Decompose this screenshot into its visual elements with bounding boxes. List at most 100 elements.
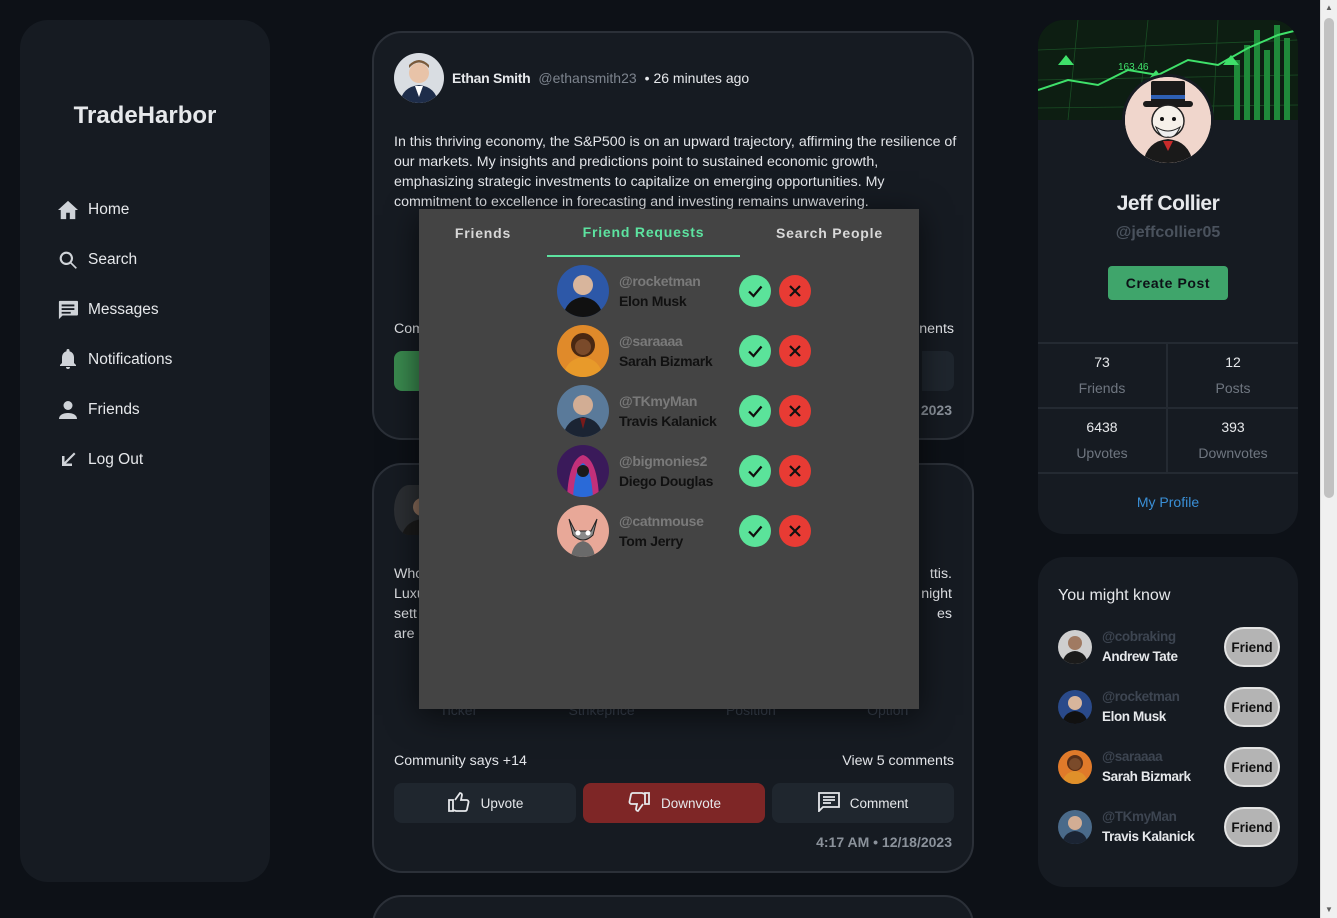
post-meta-row: Community says +14 View 5 comments (394, 753, 954, 769)
tab-friend-requests[interactable]: Friend Requests (547, 209, 740, 257)
nav-menu: Home Search Messages Notifications Frien… (56, 185, 172, 485)
suggestion-name: Sarah Bizmark (1102, 769, 1191, 784)
accept-request-button[interactable] (739, 335, 771, 367)
request-handle: @saraaaa (619, 333, 683, 349)
suggestion-row: @rocketman Elon Musk Friend (1058, 685, 1280, 729)
brand-logo[interactable]: TradeHarbor (20, 102, 270, 130)
bell-icon (56, 348, 80, 372)
reject-request-button[interactable] (779, 395, 811, 427)
create-post-button[interactable]: Create Post (1108, 266, 1228, 300)
stat-posts[interactable]: 12 Posts (1168, 344, 1298, 409)
avatar[interactable] (557, 505, 609, 557)
reject-request-button[interactable] (779, 335, 811, 367)
reject-request-button[interactable] (779, 515, 811, 547)
request-handle: @catnmouse (619, 513, 704, 529)
nav-label: Home (88, 201, 130, 218)
nav-label: Search (88, 251, 138, 268)
search-icon (56, 248, 80, 272)
suggestion-handle: @rocketman (1102, 689, 1180, 704)
nav-item-messages[interactable]: Messages (56, 285, 172, 335)
nav-label: Friends (88, 401, 140, 418)
friend-request-row: @TKmyMan Travis Kalanick (557, 385, 817, 437)
friend-request-row: @catnmouse Tom Jerry (557, 505, 817, 557)
request-handle: @TKmyMan (619, 393, 698, 409)
scroll-up-arrow-icon[interactable]: ▲ (1321, 0, 1337, 16)
add-friend-button[interactable]: Friend (1224, 747, 1280, 787)
avatar[interactable] (557, 325, 609, 377)
nav-item-logout[interactable]: Log Out (56, 435, 172, 485)
close-icon (789, 345, 801, 357)
close-icon (789, 465, 801, 477)
avatar[interactable] (557, 385, 609, 437)
post-card (372, 895, 974, 918)
nav-label: Notifications (88, 351, 173, 368)
accept-request-button[interactable] (739, 515, 771, 547)
comment-button[interactable] (922, 351, 954, 391)
community-score: Community says +14 (394, 753, 527, 769)
close-icon (789, 525, 801, 537)
suggestion-row: @cobraking Andrew Tate Friend (1058, 625, 1280, 669)
nav-item-notifications[interactable]: Notifications (56, 335, 172, 385)
reject-request-button[interactable] (779, 275, 811, 307)
suggestion-handle: @TKmyMan (1102, 809, 1177, 824)
page-scrollbar[interactable]: ▲ ▼ (1320, 0, 1337, 918)
post-time: • 26 minutes ago (644, 70, 750, 86)
request-name: Elon Musk (619, 293, 687, 309)
avatar[interactable] (1058, 810, 1092, 844)
scrollbar-thumb[interactable] (1324, 18, 1334, 498)
add-friend-button[interactable]: Friend (1224, 807, 1280, 847)
profile-handle: @jeffcollier05 (1115, 224, 1221, 241)
suggestion-row: @TKmyMan Travis Kalanick Friend (1058, 805, 1280, 849)
nav-label: Messages (88, 301, 159, 318)
my-profile-link[interactable]: My Profile (1038, 494, 1298, 510)
accept-request-button[interactable] (739, 275, 771, 307)
nav-label: Log Out (88, 451, 144, 468)
avatar[interactable] (1058, 690, 1092, 724)
avatar[interactable] (394, 53, 444, 103)
avatar[interactable] (1058, 750, 1092, 784)
stat-friends[interactable]: 73 Friends (1038, 344, 1168, 409)
post-author[interactable]: Ethan Smith (452, 70, 531, 86)
person-icon (56, 398, 80, 422)
you-might-know-card: You might know @cobraking Andrew Tate Fri… (1038, 557, 1298, 887)
you-might-know-title: You might know (1058, 587, 1171, 604)
stat-downvotes: 393 Downvotes (1168, 409, 1298, 474)
avatar[interactable] (1058, 630, 1092, 664)
reject-request-button[interactable] (779, 455, 811, 487)
post-body-right: ttis. night es (921, 566, 952, 622)
logout-arrow-icon (56, 448, 80, 472)
post-actions: Upvote Downvote Comment (394, 783, 954, 823)
stat-upvotes: 6438 Upvotes (1038, 409, 1168, 474)
avatar[interactable] (557, 445, 609, 497)
nav-item-home[interactable]: Home (56, 185, 172, 235)
request-handle: @bigmonies2 (619, 453, 708, 469)
profile-avatar[interactable] (1122, 74, 1214, 166)
accept-request-button[interactable] (739, 395, 771, 427)
close-icon (789, 285, 801, 297)
suggestion-row: @saraaaa Sarah Bizmark Friend (1058, 745, 1280, 789)
request-name: Sarah Bizmark (619, 353, 713, 369)
check-icon (748, 525, 763, 538)
scroll-down-arrow-icon[interactable]: ▼ (1321, 902, 1337, 918)
view-comments-link[interactable]: View 5 comments (842, 753, 954, 769)
profile-card: 163.46 Jeff Collier @jeffcollier05 Creat… (1038, 20, 1298, 534)
suggestion-handle: @cobraking (1102, 629, 1176, 644)
tab-friends[interactable]: Friends (419, 209, 547, 257)
add-friend-button[interactable]: Friend (1224, 627, 1280, 667)
upvote-button[interactable]: Upvote (394, 783, 576, 823)
suggestion-name: Travis Kalanick (1102, 829, 1195, 844)
tab-search-people[interactable]: Search People (740, 209, 919, 257)
post-header: Ethan Smith @ethansmith23 • 26 minutes a… (394, 53, 749, 103)
suggestion-name: Elon Musk (1102, 709, 1166, 724)
avatar[interactable] (557, 265, 609, 317)
comment-button[interactable]: Comment (772, 783, 954, 823)
accept-request-button[interactable] (739, 455, 771, 487)
add-friend-button[interactable]: Friend (1224, 687, 1280, 727)
nav-item-friends[interactable]: Friends (56, 385, 172, 435)
nav-item-search[interactable]: Search (56, 235, 172, 285)
downvote-button[interactable]: Downvote (583, 783, 765, 823)
view-comments-link[interactable]: nents (919, 321, 954, 337)
modal-tabs: Friends Friend Requests Search People (419, 209, 919, 257)
profile-stats: 73 Friends 12 Posts 6438 Upvotes 393 Downvot… (1038, 342, 1298, 474)
post-handle[interactable]: @ethansmith23 (538, 70, 636, 86)
